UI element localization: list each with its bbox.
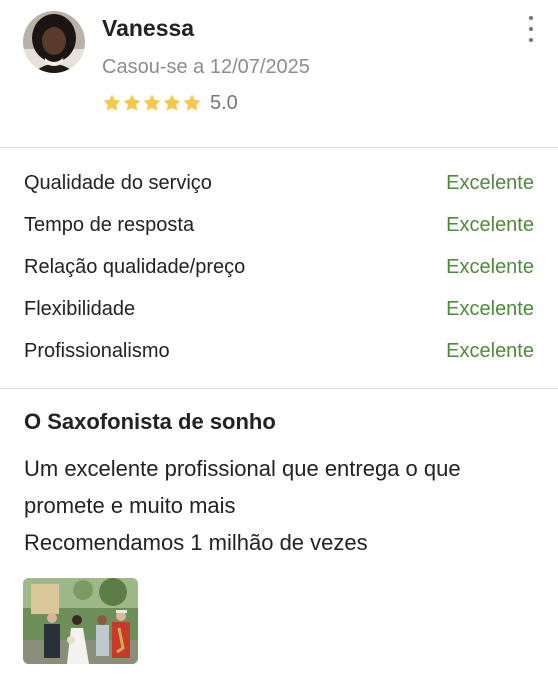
avatar[interactable] (23, 11, 85, 73)
review-body: Um excelente profissional que entrega o … (24, 450, 534, 561)
reviewer-name: Vanessa (102, 15, 195, 41)
criterion-row: Flexibilidade Excelente (0, 289, 558, 331)
criterion-row: Qualidade do serviço Excelente (0, 163, 558, 205)
criterion-row: Relação qualidade/preço Excelente (0, 247, 558, 289)
married-date: Casou-se a 12/07/2025 (102, 56, 310, 78)
star-icon (103, 94, 121, 111)
review-text-line: Recomendamos 1 milhão de vezes (24, 530, 368, 555)
criterion-value: Excelente (446, 340, 534, 362)
criterion-value: Excelente (446, 298, 534, 320)
criterion-label: Tempo de resposta (24, 214, 195, 236)
criterion-label: Qualidade do serviço (24, 172, 212, 194)
criterion-value: Excelente (446, 172, 534, 194)
divider (0, 388, 558, 389)
criterion-label: Relação qualidade/preço (24, 256, 246, 278)
rating: 5.0 (102, 91, 238, 115)
review-photo[interactable] (23, 578, 138, 664)
criterion-label: Flexibilidade (24, 298, 136, 320)
star-rating (102, 93, 202, 113)
vertical-dots-icon (529, 16, 533, 20)
criterion-row: Tempo de resposta Excelente (0, 205, 558, 247)
star-icon (123, 94, 141, 111)
review-text-line: Um excelente profissional que entrega o … (24, 456, 461, 518)
criterion-value: Excelente (446, 214, 534, 236)
criterion-row: Profissionalismo Excelente (0, 331, 558, 373)
criteria-list: Qualidade do serviço Excelente Tempo de … (0, 163, 558, 373)
vertical-dots-icon (529, 38, 533, 42)
criterion-label: Profissionalismo (24, 340, 170, 362)
review-title: O Saxofonista de sonho (24, 409, 276, 434)
criterion-value: Excelente (446, 256, 534, 278)
divider (0, 147, 558, 148)
star-icon (163, 94, 181, 111)
review-header: Vanessa Casou-se a 12/07/2025 5.0 (0, 0, 558, 147)
vertical-dots-icon (529, 27, 533, 31)
rating-value: 5.0 (210, 92, 238, 114)
star-icon (143, 94, 161, 111)
star-icon (183, 94, 201, 111)
more-options-button[interactable] (520, 16, 542, 42)
